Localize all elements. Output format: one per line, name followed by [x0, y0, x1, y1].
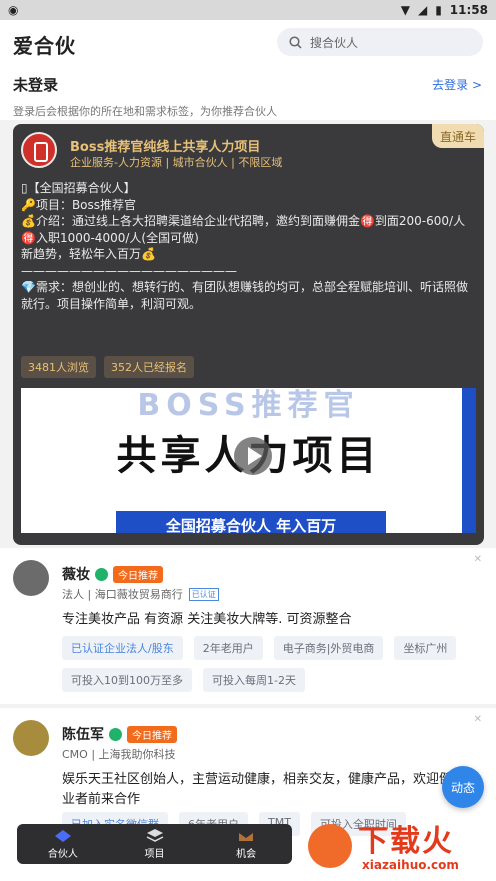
- partner-description: 专注美妆产品 有资源 关注美妆大牌等. 可资源整合: [62, 612, 352, 627]
- verified-icon: [95, 567, 108, 581]
- watermark-url: xiazaihuo.com: [362, 858, 459, 872]
- partner-name: 薇妆: [62, 567, 90, 583]
- recommend-badge: 今日推荐: [127, 725, 177, 743]
- tag: 可投入每周1-2天: [203, 668, 305, 692]
- avatar: [13, 720, 49, 756]
- featured-project-card[interactable]: 直通车 Boss推荐官纯线上共享人力项目 企业服务-人力资源 | 城市合伙人 |…: [13, 124, 484, 545]
- signups-count: 352人已经报名: [104, 356, 194, 378]
- partners-icon: [54, 829, 71, 842]
- projects-icon: [146, 828, 163, 842]
- partner-role: 法人 | 海口薇妆贸易商行: [62, 588, 183, 601]
- partner-description: 娱乐天王社区创始人，主营运动健康，相亲交友，健康产品，欢迎健康行业者前来合作: [62, 772, 479, 807]
- partner-tags: 已认证企业法人/股东 2年老用户 电子商务|外贸电商 坐标广州 可投入10到10…: [62, 636, 482, 692]
- partner-card[interactable]: 薇妆 今日推荐 法人 | 海口薇妆贸易商行 已认证 ✕ 专注美妆产品 有资源 关…: [0, 548, 496, 704]
- partner-name: 陈伍军: [62, 727, 104, 743]
- partner-role: CMO | 上海我助你科技: [62, 748, 176, 761]
- project-stats: 3481人浏览 352人已经报名: [21, 356, 194, 378]
- views-count: 3481人浏览: [21, 356, 96, 378]
- bottom-tab-bar: 合伙人 项目 机会: [17, 824, 292, 864]
- project-video[interactable]: BOSS推荐官 共享人力项目 全国招募合伙人 年入百万: [21, 388, 476, 533]
- tab-projects[interactable]: 项目: [109, 824, 201, 864]
- watermark: 下载火 xiazaihuo.com: [300, 816, 496, 881]
- express-badge: 直通车: [432, 124, 484, 148]
- login-title: 未登录: [13, 76, 59, 94]
- battery-icon: ▮: [435, 3, 442, 17]
- play-icon[interactable]: [234, 437, 272, 475]
- tag: 已认证企业法人/股东: [62, 636, 183, 660]
- project-title: Boss推荐官纯线上共享人力项目: [70, 140, 261, 155]
- recommend-badge: 今日推荐: [113, 565, 163, 583]
- go-login-link[interactable]: 去登录 >: [432, 76, 482, 93]
- video-caption-3: 全国招募合伙人 年入百万: [116, 511, 386, 533]
- status-bar: ◉ ▼ ◢ ▮ 11:58: [0, 0, 496, 20]
- project-tags: 企业服务-人力资源 | 城市合伙人 | 不限区域: [70, 156, 283, 169]
- close-icon[interactable]: ✕: [474, 714, 482, 725]
- app-shield-icon: ◉: [8, 3, 19, 17]
- project-description: ▯【全国招募合伙人】 🔑项目：Boss推荐官 💰介绍：通过线上各大招聘渠道给企业…: [21, 181, 468, 311]
- close-icon[interactable]: ✕: [474, 554, 482, 565]
- fire-logo-icon: [308, 824, 352, 868]
- video-caption-1: BOSS推荐官: [137, 388, 360, 423]
- tag: 电子商务|外贸电商: [273, 636, 384, 660]
- opportunities-icon: [239, 832, 254, 841]
- signal-icon: ◢: [417, 3, 428, 17]
- search-bar[interactable]: 搜合伙人: [277, 28, 483, 56]
- top-header: 爱合伙 搜合伙人: [0, 20, 496, 64]
- clock: 11:58: [449, 3, 488, 17]
- project-avatar: [21, 132, 57, 168]
- tag: 坐标广州: [394, 636, 457, 660]
- tag: 2年老用户: [193, 636, 263, 660]
- search-icon: [289, 35, 302, 49]
- wifi-icon: ▼: [400, 3, 410, 17]
- feed-button[interactable]: 动态: [442, 766, 484, 808]
- login-subtitle: 登录后会根据你的所在地和需求标签，为你推荐合伙人: [13, 105, 277, 118]
- video-decoration: [462, 388, 476, 533]
- app-logo: 爱合伙: [13, 34, 76, 58]
- tab-opportunities[interactable]: 机会: [200, 824, 292, 864]
- login-banner: 未登录 登录后会根据你的所在地和需求标签，为你推荐合伙人 去登录 >: [0, 64, 496, 120]
- search-placeholder: 搜合伙人: [310, 35, 359, 50]
- avatar: [13, 560, 49, 596]
- verified-icon: [109, 727, 122, 741]
- watermark-text: 下载火: [358, 824, 454, 859]
- certified-badge: 已认证: [188, 587, 219, 601]
- tab-partners[interactable]: 合伙人: [17, 824, 109, 864]
- tag: 可投入10到100万至多: [62, 668, 192, 692]
